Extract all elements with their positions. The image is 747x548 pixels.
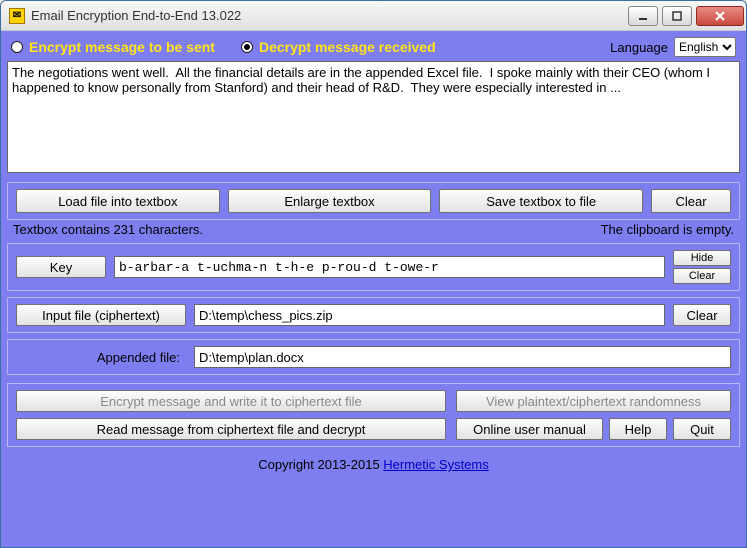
encrypt-mode-radio[interactable]: Encrypt message to be sent (11, 39, 215, 55)
appended-file-panel: Appended file: (7, 339, 740, 375)
key-panel: Key Hide Clear (7, 243, 740, 291)
encrypt-write-button: Encrypt message and write it to cipherte… (16, 390, 446, 412)
hermetic-link[interactable]: Hermetic Systems (383, 457, 488, 472)
save-textbox-button[interactable]: Save textbox to file (439, 189, 643, 213)
copyright-text: Copyright 2013-2015 (258, 457, 383, 472)
decrypt-mode-label: Decrypt message received (259, 39, 436, 55)
key-button[interactable]: Key (16, 256, 106, 278)
input-file-field[interactable] (194, 304, 665, 326)
radio-icon (11, 41, 23, 53)
mode-row: Encrypt message to be sent Decrypt messa… (7, 35, 740, 61)
clear-input-file-button[interactable]: Clear (673, 304, 731, 326)
enlarge-textbox-button[interactable]: Enlarge textbox (228, 189, 432, 213)
appended-file-label: Appended file: (16, 350, 186, 365)
language-label: Language (610, 40, 668, 55)
status-line: Textbox contains 231 characters. The cli… (7, 220, 740, 237)
input-file-panel: Input file (ciphertext) Clear (7, 297, 740, 333)
encrypt-mode-label: Encrypt message to be sent (29, 39, 215, 55)
read-decrypt-button[interactable]: Read message from ciphertext file and de… (16, 418, 446, 440)
maximize-icon (672, 11, 682, 21)
client-area: Encrypt message to be sent Decrypt messa… (1, 31, 746, 547)
minimize-icon (638, 11, 648, 21)
appended-file-field[interactable] (194, 346, 731, 368)
maximize-button[interactable] (662, 6, 692, 26)
footer: Copyright 2013-2015 Hermetic Systems (7, 447, 740, 476)
status-right: The clipboard is empty. (601, 222, 734, 237)
app-icon: ✉ (9, 8, 25, 24)
key-input[interactable] (114, 256, 665, 278)
status-left: Textbox contains 231 characters. (13, 222, 203, 237)
close-icon (714, 11, 726, 21)
online-manual-button[interactable]: Online user manual (456, 418, 603, 440)
textbox-actions-panel: Load file into textbox Enlarge textbox S… (7, 182, 740, 220)
close-button[interactable] (696, 6, 744, 26)
message-textbox[interactable]: The negotiations went well. All the fina… (7, 61, 740, 173)
decrypt-mode-radio[interactable]: Decrypt message received (241, 39, 436, 55)
load-file-button[interactable]: Load file into textbox (16, 189, 220, 213)
radio-icon (241, 41, 253, 53)
help-button[interactable]: Help (609, 418, 667, 440)
window-title: Email Encryption End-to-End 13.022 (31, 8, 241, 23)
input-file-button[interactable]: Input file (ciphertext) (16, 304, 186, 326)
language-block: Language English (610, 37, 736, 57)
hide-key-button[interactable]: Hide (673, 250, 731, 266)
titlebar: ✉ Email Encryption End-to-End 13.022 (1, 1, 746, 31)
language-select[interactable]: English (674, 37, 736, 57)
clear-key-button[interactable]: Clear (673, 268, 731, 284)
actions-panel: Encrypt message and write it to cipherte… (7, 383, 740, 447)
app-window: ✉ Email Encryption End-to-End 13.022 Enc… (0, 0, 747, 548)
clear-textbox-button[interactable]: Clear (651, 189, 731, 213)
quit-button[interactable]: Quit (673, 418, 731, 440)
view-randomness-button: View plaintext/ciphertext randomness (456, 390, 731, 412)
minimize-button[interactable] (628, 6, 658, 26)
